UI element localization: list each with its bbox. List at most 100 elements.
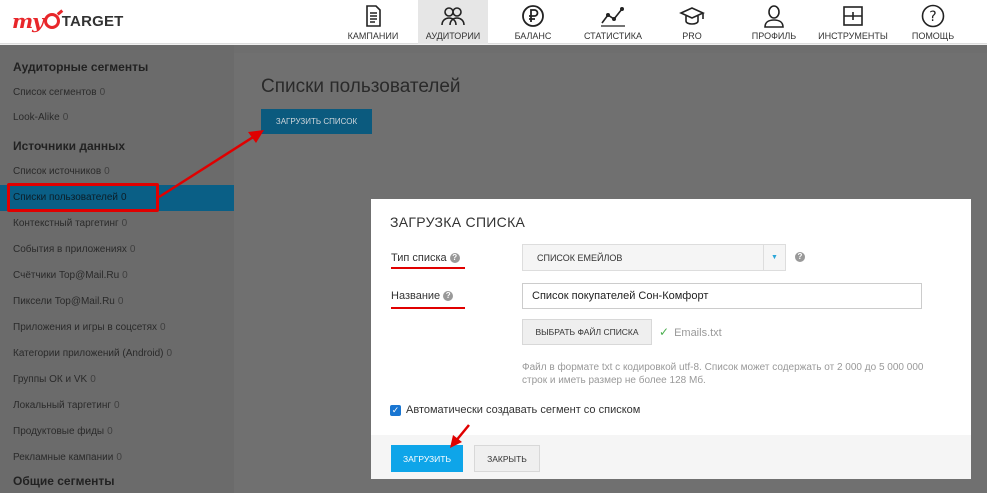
sidebar-item-label: Приложения и игры в соцсетях <box>13 322 158 333</box>
sidebar-item-count: 0 <box>116 452 122 463</box>
chevron-down-icon[interactable]: ▼ <box>763 245 785 270</box>
upload-list-button[interactable]: ЗАГРУЗИТЬ СПИСОК <box>261 109 372 134</box>
sidebar-item-count: 0 <box>117 296 124 307</box>
sidebar-item-count: 0 <box>121 218 128 229</box>
sidebar-item-label: Список источников <box>13 166 102 177</box>
sidebar-item-android-categories[interactable]: Категории приложений (Android) 0 <box>0 341 234 367</box>
sidebar-item-label: Пиксели Top@Mail.Ru <box>13 296 115 307</box>
nav-label: БАЛАНС <box>514 31 552 41</box>
sidebar-item-count: 0 <box>166 348 173 359</box>
dialog-footer: ЗАГРУЗИТЬ ЗАКРЫТЬ <box>371 435 971 479</box>
upload-list-dialog: ЗАГРУЗКА СПИСКА Тип списка? СПИСОК ЕМЕЙЛ… <box>371 199 971 479</box>
nav-label: АУДИТОРИИ <box>425 31 481 41</box>
sidebar-item-count: 0 <box>107 426 113 437</box>
selected-file-name: Emails.txt <box>674 327 722 339</box>
sidebar-section-data-sources: Источники данных <box>13 139 126 153</box>
sidebar-item-count: 0 <box>99 87 106 98</box>
logo-name: TARGET <box>61 12 124 30</box>
choose-file-button[interactable]: ВЫБРАТЬ ФАЙЛ СПИСКА <box>522 319 652 345</box>
nav-label: СТАТИСТИКА <box>583 31 643 41</box>
sidebar-item-count: 0 <box>129 244 136 255</box>
sidebar: Аудиторные сегменты Список сегментов 0 Lo… <box>0 45 234 493</box>
sidebar-item-app-events[interactable]: События в приложениях 0 <box>0 237 234 263</box>
dialog-title: ЗАГРУЗКА СПИСКА <box>390 214 526 230</box>
ruble-icon <box>519 3 547 29</box>
sidebar-section-common-segments: Общие сегменты <box>13 474 115 488</box>
auto-segment-checkbox[interactable]: ✓ <box>390 404 401 416</box>
list-name-label: Название? <box>391 290 454 302</box>
nav-label: PRO <box>682 31 702 41</box>
sidebar-item-source-list[interactable]: Список источников 0 <box>0 159 234 185</box>
annotation-underline <box>391 307 465 309</box>
auto-segment-label: Автоматически создавать сегмент со списк… <box>406 404 641 416</box>
list-type-label: Тип списка? <box>391 252 460 264</box>
user-icon <box>760 3 788 29</box>
sidebar-item-social-apps[interactable]: Приложения и игры в соцсетях 0 <box>0 315 234 341</box>
list-type-label-text: Тип списка <box>391 252 447 264</box>
nav-label: КАМПАНИИ <box>347 31 399 41</box>
chart-icon <box>599 3 627 29</box>
svg-text:?: ? <box>929 9 936 25</box>
selected-file: ✓ Emails.txt <box>659 325 722 339</box>
sidebar-item-label: Категории приложений (Android) <box>13 348 164 359</box>
sidebar-item-look-alike[interactable]: Look-Alike 0 <box>0 105 234 131</box>
sidebar-item-segment-list[interactable]: Список сегментов 0 <box>0 80 234 106</box>
submit-upload-button[interactable]: ЗАГРУЗИТЬ <box>391 445 463 472</box>
logo-prefix: my <box>12 9 44 33</box>
sidebar-item-count: 0 <box>62 112 69 123</box>
nav-item-statistics[interactable]: СТАТИСТИКА <box>580 0 646 44</box>
document-icon <box>359 3 387 29</box>
tools-icon <box>839 3 867 29</box>
nav-item-tools[interactable]: ИНСТРУМЕНТЫ <box>816 0 890 44</box>
sidebar-item-label: Список сегментов <box>13 87 97 98</box>
sidebar-item-label: События в приложениях <box>13 244 127 255</box>
close-dialog-button[interactable]: ЗАКРЫТЬ <box>474 445 540 472</box>
sidebar-item-local-targeting[interactable]: Локальный таргетинг 0 <box>0 393 234 419</box>
sidebar-item-label: Счётчики Top@Mail.Ru <box>13 270 120 281</box>
help-icon: ? <box>919 3 947 29</box>
file-format-hint: Файл в формате txt с кодировкой utf-8. С… <box>522 362 924 386</box>
sidebar-item-top-mail-pixels[interactable]: Пиксели Top@Mail.Ru 0 <box>0 289 234 315</box>
sidebar-item-label: Look-Alike <box>13 112 60 123</box>
nav-item-balance[interactable]: БАЛАНС <box>503 0 563 44</box>
nav-label: ИНСТРУМЕНТЫ <box>818 31 888 41</box>
sidebar-item-count: 0 <box>104 166 110 177</box>
sidebar-section-audience-segments: Аудиторные сегменты <box>13 60 149 74</box>
list-name-input[interactable] <box>522 283 922 309</box>
nav-item-pro[interactable]: PRO <box>672 0 712 44</box>
list-name-label-text: Название <box>391 290 441 302</box>
mytarget-logo[interactable]: my TARGET <box>12 9 124 33</box>
sidebar-item-top-mail-counters[interactable]: Счётчики Top@Mail.Ru 0 <box>0 263 234 289</box>
sidebar-item-count: 0 <box>160 322 166 333</box>
sidebar-item-label: Рекламные кампании <box>13 452 114 463</box>
sidebar-item-label: Контекстный таргетинг <box>13 218 119 229</box>
sidebar-item-count: 0 <box>113 400 120 411</box>
nav-item-profile[interactable]: ПРОФИЛЬ <box>745 0 803 44</box>
sidebar-item-count: 0 <box>90 374 96 385</box>
annotation-underline <box>391 267 465 269</box>
nav-item-campaigns[interactable]: КАМПАНИИ <box>339 0 407 44</box>
nav-item-help[interactable]: ? ПОМОЩЬ <box>906 0 960 44</box>
page-title: Списки пользователей <box>261 76 461 97</box>
sidebar-item-ad-campaigns[interactable]: Рекламные кампании 0 <box>0 445 234 471</box>
help-icon[interactable]: ? <box>795 252 805 262</box>
nav-item-audiences[interactable]: АУДИТОРИИ <box>418 0 488 44</box>
sidebar-item-ok-vk-groups[interactable]: Группы ОК и VK 0 <box>0 367 234 393</box>
sidebar-item-label: Локальный таргетинг <box>13 400 111 411</box>
checkmark-icon: ✓ <box>659 325 670 339</box>
list-type-select[interactable]: СПИСОК ЕМЕЙЛОВ ▼ <box>522 244 786 271</box>
sidebar-item-context-targeting[interactable]: Контекстный таргетинг 0 <box>0 211 234 237</box>
users-icon <box>439 3 467 29</box>
list-type-value: СПИСОК ЕМЕЙЛОВ <box>537 253 623 263</box>
top-navigation-bar: my TARGET КАМПАНИИ АУДИТОРИИ БАЛАНС СТАТ… <box>0 0 987 44</box>
logo-target-icon <box>43 13 60 29</box>
nav-label: ПОМОЩЬ <box>911 31 955 41</box>
auto-segment-option[interactable]: ✓ Автоматически создавать сегмент со спи… <box>390 404 640 416</box>
sidebar-item-label: Продуктовые фиды <box>13 426 105 437</box>
help-icon[interactable]: ? <box>449 253 460 263</box>
sidebar-item-count: 0 <box>122 270 128 281</box>
sidebar-item-product-feeds[interactable]: Продуктовые фиды 0 <box>0 419 234 445</box>
nav-label: ПРОФИЛЬ <box>751 31 797 41</box>
help-icon[interactable]: ? <box>443 291 454 301</box>
graduation-cap-icon <box>678 3 706 29</box>
